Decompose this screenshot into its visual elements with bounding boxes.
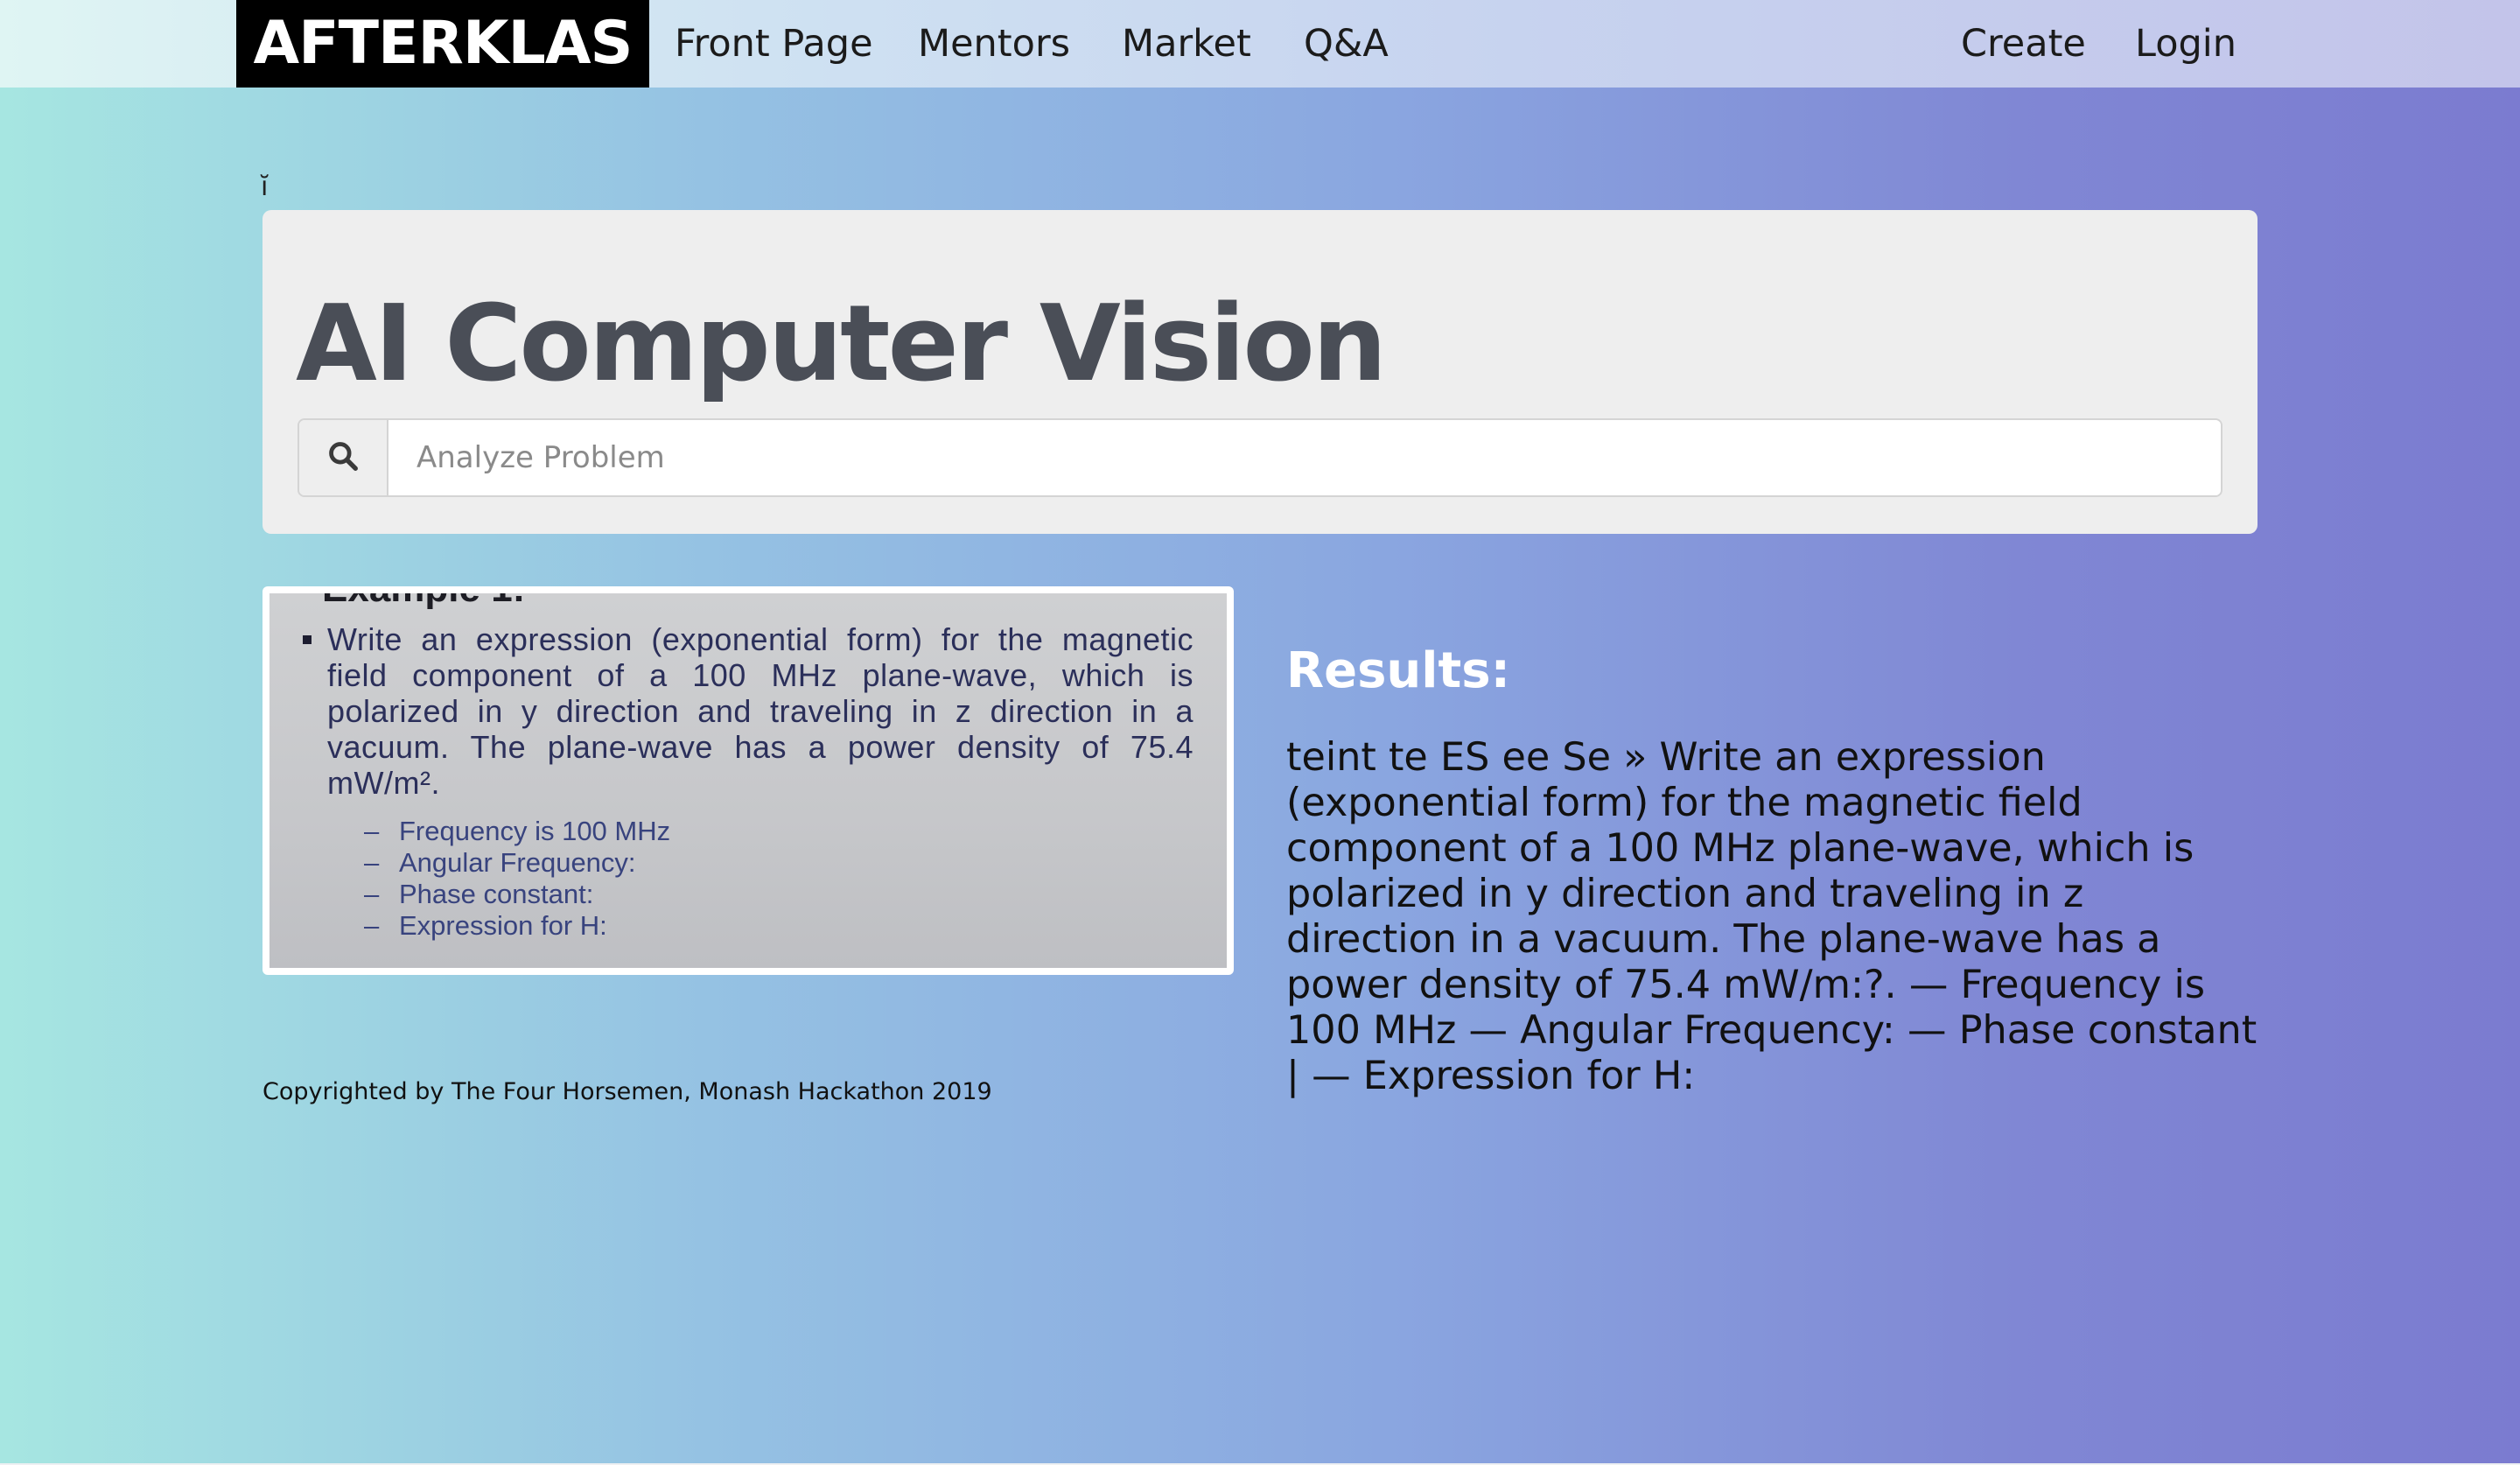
nav-login[interactable]: Login: [2135, 0, 2236, 88]
photo-list-item: Expression for H:: [364, 910, 670, 942]
photo-list: Frequency is 100 MHz Angular Frequency: …: [364, 816, 670, 942]
page-title: AI Computer Vision: [296, 284, 1387, 405]
nav-create[interactable]: Create: [1961, 0, 2086, 88]
uploaded-problem-image: Example 1: Write an expression (exponent…: [262, 586, 1234, 975]
search-group: [298, 418, 2222, 497]
photo-list-item: Angular Frequency:: [364, 847, 670, 879]
nav-front-page[interactable]: Front Page: [675, 0, 873, 88]
top-navbar: AFTERKLAS Front Page Mentors Market Q&A …: [0, 0, 2520, 88]
results-text: teint te ES ee Se » Write an expression …: [1286, 735, 2258, 1098]
nav-market[interactable]: Market: [1122, 0, 1251, 88]
brand-logo[interactable]: AFTERKLAS: [236, 0, 649, 88]
photo-list-item: Frequency is 100 MHz: [364, 816, 670, 847]
photo-paragraph: Write an expression (exponential form) f…: [327, 621, 1194, 801]
nav-qa[interactable]: Q&A: [1304, 0, 1389, 88]
stray-glyph: ĭ: [261, 172, 269, 202]
results-heading: Results:: [1286, 642, 1510, 699]
vision-card: AI Computer Vision: [262, 210, 2258, 534]
photo-heading: Example 1:: [322, 593, 525, 611]
bullet-icon: [303, 635, 312, 644]
problem-photo: Example 1: Write an expression (exponent…: [270, 593, 1227, 968]
footer-copyright: Copyrighted by The Four Horsemen, Monash…: [262, 1078, 992, 1105]
photo-list-item: Phase constant:: [364, 879, 670, 910]
nav-mentors[interactable]: Mentors: [918, 0, 1070, 88]
search-button[interactable]: [299, 420, 388, 495]
analyze-problem-input[interactable]: [388, 420, 2221, 495]
search-icon: [326, 439, 360, 476]
